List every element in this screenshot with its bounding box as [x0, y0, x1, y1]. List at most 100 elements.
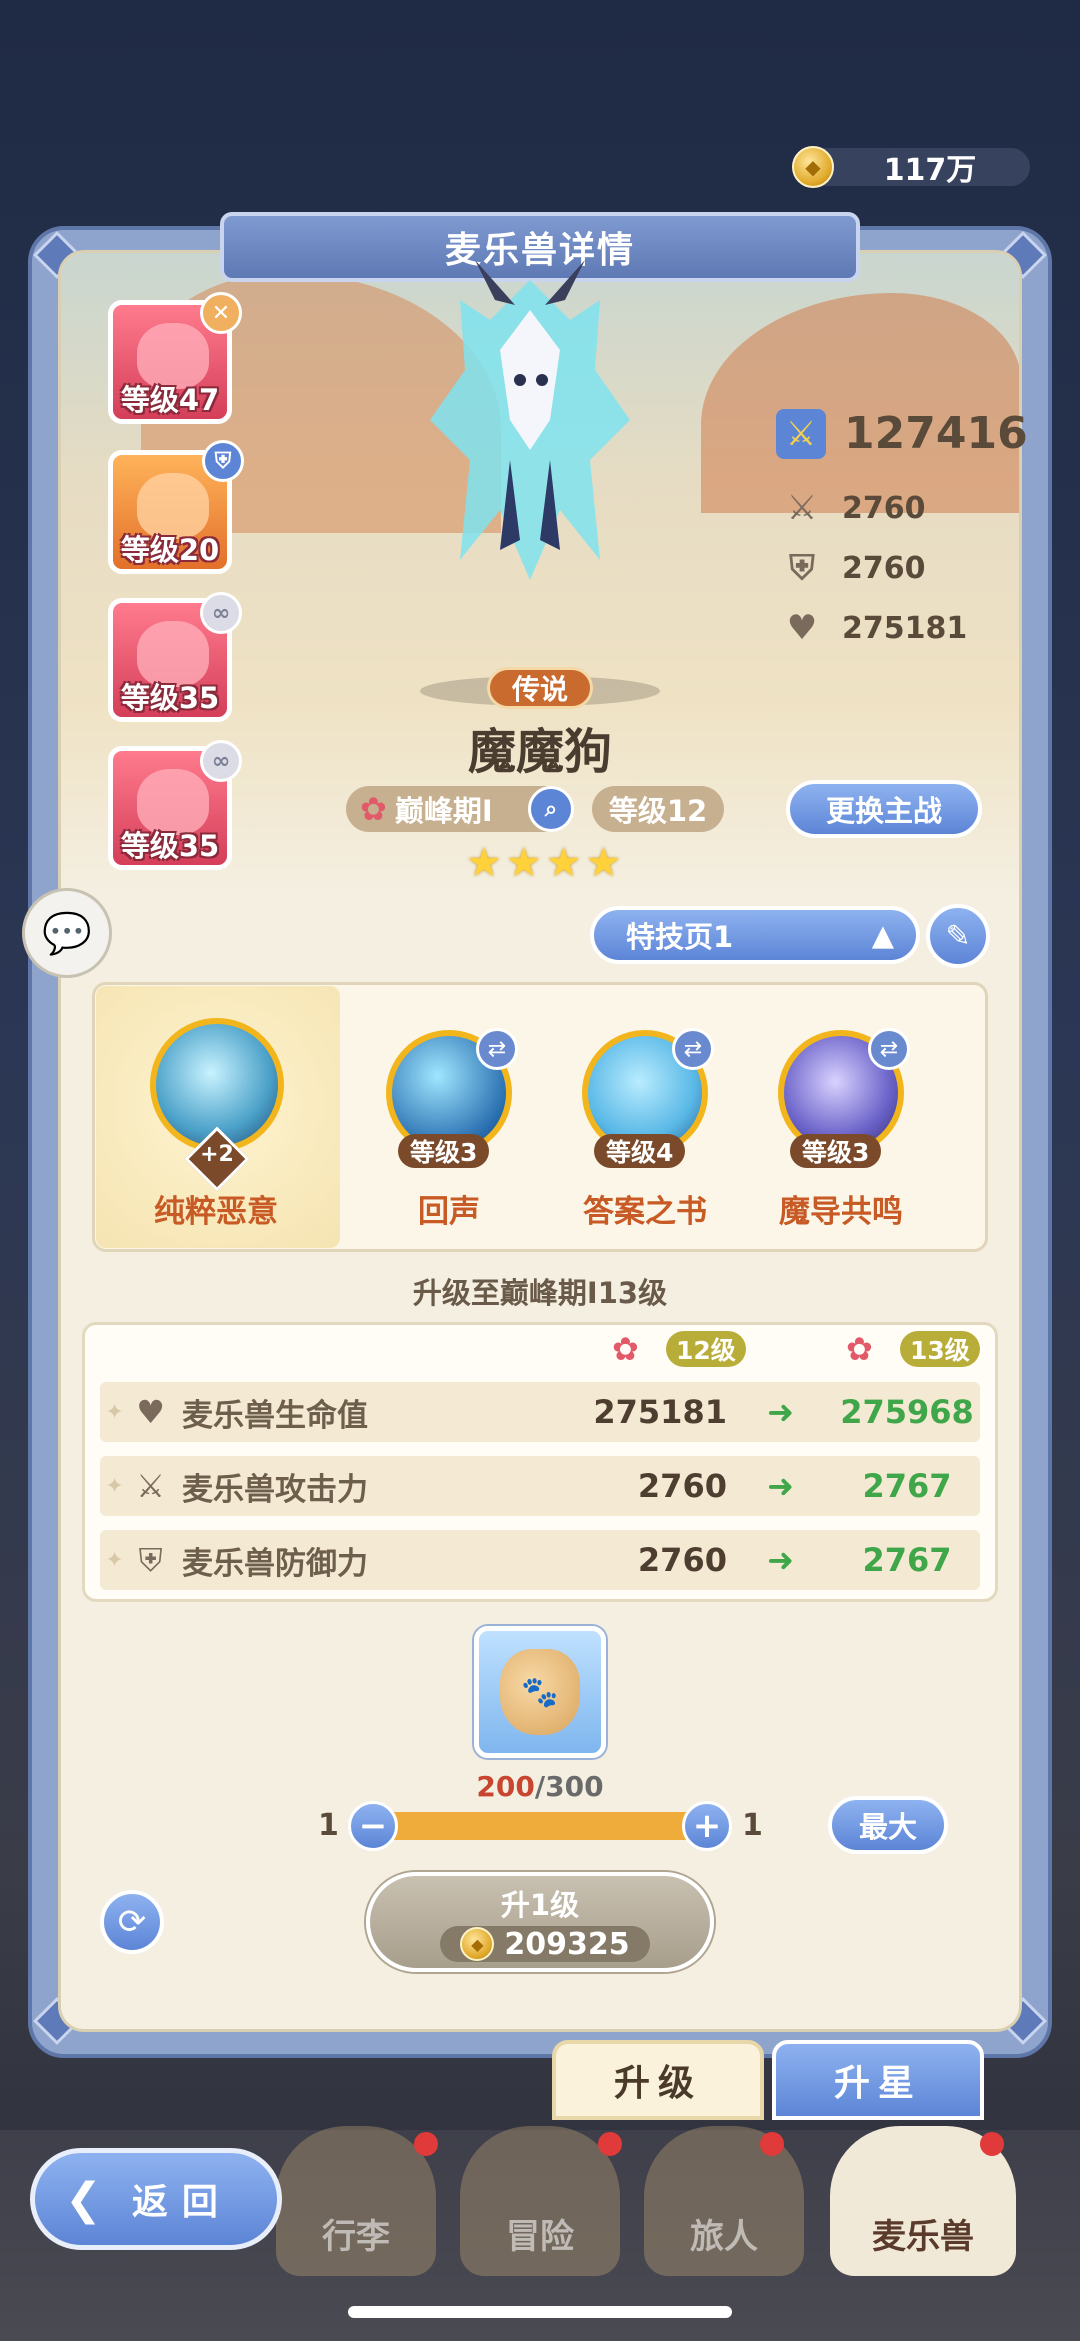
edit-icon[interactable]: ✎ — [926, 904, 990, 968]
row-from: 275181 — [593, 1393, 727, 1431]
skill-level: 等级3 — [398, 1134, 490, 1168]
swap-main-button[interactable]: 更换主战 — [786, 780, 982, 838]
defense-value: 2760 — [842, 550, 926, 586]
rarity-badge: 传说 — [487, 667, 593, 709]
skill-page-dropdown[interactable]: 特技页1 ▲ — [590, 906, 920, 964]
food-sack-icon: 🐾 — [500, 1649, 580, 1735]
hero-monster-art[interactable] — [400, 260, 660, 600]
swap-icon[interactable]: ⇄ — [868, 1028, 910, 1070]
skill-name: 答案之书 — [583, 1194, 707, 1230]
star-icon: ★ — [466, 840, 502, 886]
material-have: 200 — [476, 1770, 535, 1803]
star-icon: ★ — [545, 840, 582, 886]
row-from: 2760 — [637, 1467, 727, 1505]
to-level-tag: 13级 — [900, 1331, 980, 1367]
tab-upgrade[interactable]: 升级 — [552, 2040, 764, 2120]
close-icon: ✕ — [200, 292, 242, 334]
skill-name: 纯粹恶意 — [154, 1194, 278, 1230]
hero-name: 魔魔狗 — [467, 724, 612, 780]
notification-dot — [760, 2132, 784, 2156]
shield-icon: ⛨ — [789, 548, 815, 588]
stage-label: 巅峰期I — [394, 794, 493, 828]
flower-icon: ✿ — [360, 790, 387, 828]
roster-level: 等级35 — [120, 681, 220, 715]
gold-coin-icon: ◆ — [792, 146, 834, 188]
table-row: ✦ ♥ 麦乐兽生命值 275181 ➜ 275968 — [100, 1382, 980, 1442]
magnifier-icon[interactable]: ⌕ — [528, 786, 574, 832]
level-chip: 等级12 — [592, 786, 724, 832]
attack-stat: ⚔ 2760 — [780, 486, 926, 530]
skill-level: 等级3 — [790, 1134, 882, 1168]
row-label: 麦乐兽防御力 — [182, 1545, 368, 1582]
notification-dot — [598, 2132, 622, 2156]
upgrade-title: 升级至巅峰期I13级 — [412, 1276, 668, 1310]
gold-coin-icon: ◆ — [460, 1927, 495, 1961]
swords-icon: ⚔ — [136, 1467, 165, 1505]
row-to: 2767 — [862, 1467, 952, 1505]
material-quantity: 200/300 — [440, 1770, 640, 1803]
material-item[interactable]: 🐾 — [474, 1626, 606, 1758]
sparkle-icon: ✦ — [105, 1473, 124, 1499]
power-value: 127416 — [844, 408, 1028, 459]
skill-page-label: 特技页1 — [626, 920, 734, 954]
home-indicator[interactable] — [348, 2306, 732, 2318]
roster-level: 等级47 — [120, 383, 220, 417]
chat-bubble-icon[interactable]: 💬 — [22, 888, 112, 978]
skill-name: 回声 — [418, 1194, 480, 1230]
quantity-slider[interactable] — [380, 1812, 700, 1840]
roster-level: 等级20 — [120, 533, 220, 567]
skill-name: 魔导共鸣 — [779, 1194, 903, 1230]
roster-level: 等级35 — [120, 829, 220, 863]
notification-dot — [980, 2132, 1004, 2156]
swap-icon[interactable]: ⇄ — [476, 1028, 518, 1070]
currency-amount: 117万 — [883, 153, 977, 188]
plus-button[interactable]: + — [682, 1801, 732, 1851]
arrow-right-icon: ➜ — [767, 1393, 794, 1431]
arrow-right-icon: ➜ — [767, 1467, 794, 1505]
power-shield-icon: ⚔ — [776, 408, 826, 459]
refresh-icon[interactable]: ⟳ — [100, 1890, 164, 1954]
row-from: 2760 — [637, 1541, 727, 1579]
slider-max-label: 1 — [742, 1808, 763, 1843]
table-row: ✦ ⚔ 麦乐兽攻击力 2760 ➜ 2767 — [100, 1456, 980, 1516]
swap-icon[interactable]: ⇄ — [672, 1028, 714, 1070]
upgrade-button-label: 升1级 — [500, 1888, 580, 1922]
minus-button[interactable]: − — [348, 1801, 398, 1851]
row-label: 麦乐兽攻击力 — [182, 1471, 368, 1508]
arrow-right-icon: ➜ — [767, 1541, 794, 1579]
currency-pill[interactable]: 117万 — [800, 148, 1030, 188]
upgrade-button[interactable]: 升1级 ◆ 209325 — [366, 1872, 714, 1972]
tab-star-up[interactable]: 升星 — [772, 2040, 984, 2120]
max-button[interactable]: 最大 — [828, 1796, 948, 1854]
shield-icon: ⛨ — [138, 1540, 163, 1579]
sparkle-icon: ✦ — [105, 1399, 124, 1425]
link-icon: ∞ — [200, 740, 242, 782]
sparkle-icon: ✦ — [105, 1547, 124, 1573]
skill-bonus-value: +2 — [200, 1142, 234, 1167]
back-button[interactable]: ❮ 返回 — [30, 2148, 282, 2250]
back-arrow-icon: ❮ — [65, 2173, 102, 2225]
star-rating: ★ ★ ★ ★ — [466, 840, 621, 886]
hp-stat: ♥ 275181 — [780, 606, 968, 650]
nav-item-luggage[interactable]: 行李 — [276, 2126, 436, 2276]
upgrade-cost-value: 209325 — [504, 1926, 630, 1962]
material-need: /300 — [534, 1770, 604, 1803]
stage-chip[interactable]: ✿ 巅峰期I ⌕ — [346, 786, 574, 832]
swords-icon: ⚔ — [786, 488, 818, 528]
flower-icon: ✿ — [846, 1330, 873, 1368]
nav-item-adventure[interactable]: 冒险 — [460, 2126, 620, 2276]
link-icon: ∞ — [200, 592, 242, 634]
upgrade-cost: ◆ 209325 — [440, 1926, 650, 1962]
row-to: 275968 — [840, 1393, 974, 1431]
attack-value: 2760 — [842, 490, 926, 526]
heart-icon: ♥ — [786, 608, 818, 648]
caret-up-icon: ▲ — [871, 918, 894, 952]
star-icon: ★ — [505, 840, 542, 886]
heart-icon: ♥ — [136, 1393, 165, 1431]
flower-icon: ✿ — [612, 1330, 639, 1368]
row-label: 麦乐兽生命值 — [182, 1397, 368, 1434]
table-row: ✦ ⛨ 麦乐兽防御力 2760 ➜ 2767 — [100, 1530, 980, 1590]
power-stat: ⚔ 127416 — [776, 408, 1028, 459]
star-icon: ★ — [585, 840, 622, 886]
back-label: 返回 — [131, 2182, 232, 2223]
